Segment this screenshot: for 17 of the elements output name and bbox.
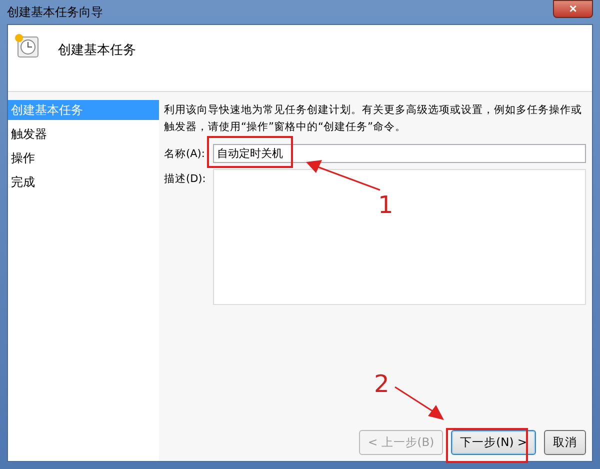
field-label: 名称(A):: [164, 147, 206, 161]
wizard-title: 创建基本任务: [58, 42, 136, 59]
step-number: 2: [374, 370, 390, 398]
field-label: 描述(D):: [164, 172, 207, 186]
description-field[interactable]: [213, 169, 586, 305]
step-number: 1: [378, 191, 394, 219]
name-field[interactable]: 自动定时关机: [213, 144, 586, 163]
cancel-button[interactable]: 取消: [544, 430, 586, 455]
intro-text: 利用该向导快速地为常见任务创建计划。有关更多高级选项或设置，例如多任务操作或触发器，请使用“操作”窗格中的“创建任务”命令。: [164, 103, 583, 135]
close-button[interactable]: ×: [553, 0, 593, 18]
clock-icon: [14, 33, 40, 59]
next-button[interactable]: 下一步(N) >: [451, 430, 536, 455]
step-item[interactable]: 完成: [8, 172, 159, 192]
window-title: 创建基本任务向导: [7, 4, 103, 20]
step-item[interactable]: 触发器: [8, 124, 159, 144]
arrow: [394, 386, 444, 420]
step-item[interactable]: 操作: [8, 148, 159, 168]
